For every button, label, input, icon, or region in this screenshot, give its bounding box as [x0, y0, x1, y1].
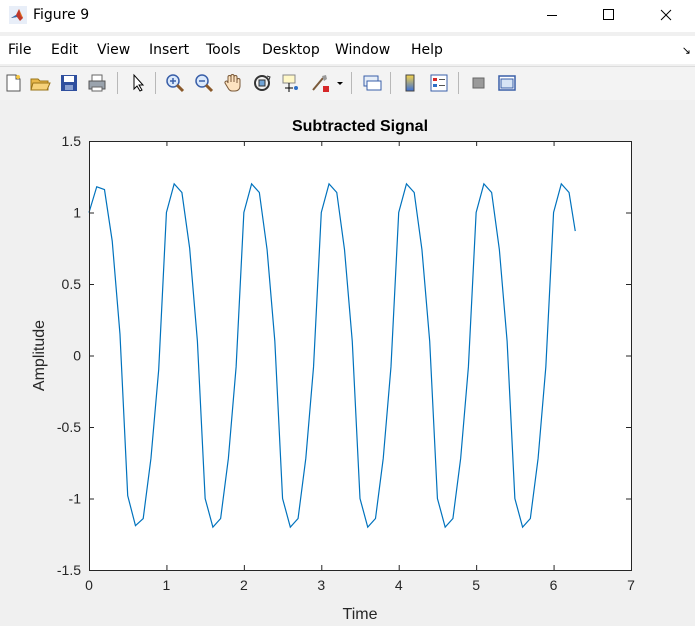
rotate-3d-icon [254, 75, 271, 91]
link-plot-icon [363, 75, 382, 91]
edit-plot-button[interactable] [127, 72, 149, 94]
window-title: Figure 9 [33, 7, 90, 23]
toolbar-separator [458, 72, 459, 94]
x-tick-label: 5 [472, 577, 480, 593]
show-plot-tools-button[interactable] [496, 72, 518, 94]
link-plot-button[interactable] [361, 72, 383, 94]
new-figure-button[interactable] [2, 72, 24, 94]
minimize-icon [547, 15, 557, 16]
hide-plot-tools-icon [472, 77, 485, 89]
legend-icon [430, 74, 448, 92]
y-tick-label: 1 [73, 205, 81, 221]
menu-file[interactable]: File [8, 42, 31, 58]
toolbar-separator [155, 72, 156, 94]
y-tick-label: -1 [69, 491, 82, 507]
colorbar-icon [405, 74, 415, 92]
menu-help[interactable]: Help [411, 42, 443, 58]
show-plot-tools-icon [498, 75, 516, 91]
zoom-in-button[interactable] [164, 72, 186, 94]
x-tick-label: 6 [550, 577, 558, 593]
brush-dropdown-button[interactable] [334, 72, 346, 94]
menu-bar: File Edit View Insert Tools Desktop Wind… [0, 36, 695, 64]
data-cursor-icon [282, 74, 298, 92]
menu-window[interactable]: Window [335, 42, 390, 58]
menu-insert[interactable]: Insert [149, 42, 189, 58]
x-tick-label: 3 [317, 577, 325, 593]
matlab-logo-icon [9, 6, 27, 24]
menu-desktop[interactable]: Desktop [262, 42, 320, 58]
x-tick-label: 1 [163, 577, 171, 593]
x-tick-label: 2 [240, 577, 248, 593]
insert-colorbar-button[interactable] [399, 72, 421, 94]
axes-background [89, 141, 631, 570]
toolbar-separator [390, 72, 391, 94]
x-tick-label: 4 [395, 577, 403, 593]
y-tick-label: 1.5 [62, 133, 82, 149]
menu-tools[interactable]: Tools [206, 42, 241, 58]
print-icon [88, 74, 106, 92]
y-tick-label: 0.5 [62, 276, 82, 292]
insert-legend-button[interactable] [428, 72, 450, 94]
y-tick-label: -1.5 [57, 562, 81, 578]
menu-edit[interactable]: Edit [51, 42, 78, 58]
save-icon [61, 75, 77, 91]
open-file-button[interactable] [29, 72, 51, 94]
print-button[interactable] [86, 72, 108, 94]
zoom-in-icon [166, 74, 185, 93]
x-tick-label: 0 [85, 577, 93, 593]
close-button[interactable] [643, 0, 689, 32]
brush-dropdown-icon [337, 82, 343, 85]
save-button[interactable] [58, 72, 80, 94]
minimize-button[interactable] [529, 0, 575, 32]
y-axis-label: Amplitude [31, 320, 48, 391]
close-icon [660, 9, 672, 21]
y-tick-label: -0.5 [57, 419, 81, 435]
x-tick-label: 7 [627, 577, 635, 593]
figure-toolbar [0, 66, 695, 101]
maximize-button[interactable] [585, 0, 631, 32]
maximize-icon [603, 9, 614, 20]
toolbar-separator [351, 72, 352, 94]
open-file-icon [30, 78, 51, 91]
y-tick-label: 0 [73, 348, 81, 364]
window-titlebar: Figure 9 [0, 0, 695, 32]
pointer-icon [133, 73, 145, 92]
dock-arrow-icon[interactable]: ↘ [682, 44, 691, 57]
new-figure-icon [6, 74, 21, 92]
pan-icon [224, 74, 241, 92]
chart-title: Subtracted Signal [292, 118, 428, 135]
x-axis-label: Time [343, 606, 378, 623]
toolbar-separator [117, 72, 118, 94]
hide-plot-tools-button[interactable] [468, 72, 490, 94]
data-cursor-button[interactable] [280, 72, 302, 94]
brush-button[interactable] [309, 72, 331, 94]
rotate-3d-button[interactable] [251, 72, 273, 94]
brush-icon [312, 75, 329, 92]
zoom-out-icon [195, 74, 214, 93]
pan-button[interactable] [222, 72, 244, 94]
plot-canvas[interactable]: 0 1 2 3 4 5 6 7 1.5 1 0.5 0 -0.5 -1 -1.5 Subtracted Si… [0, 100, 695, 626]
menu-view[interactable]: View [97, 42, 130, 58]
zoom-out-button[interactable] [193, 72, 215, 94]
